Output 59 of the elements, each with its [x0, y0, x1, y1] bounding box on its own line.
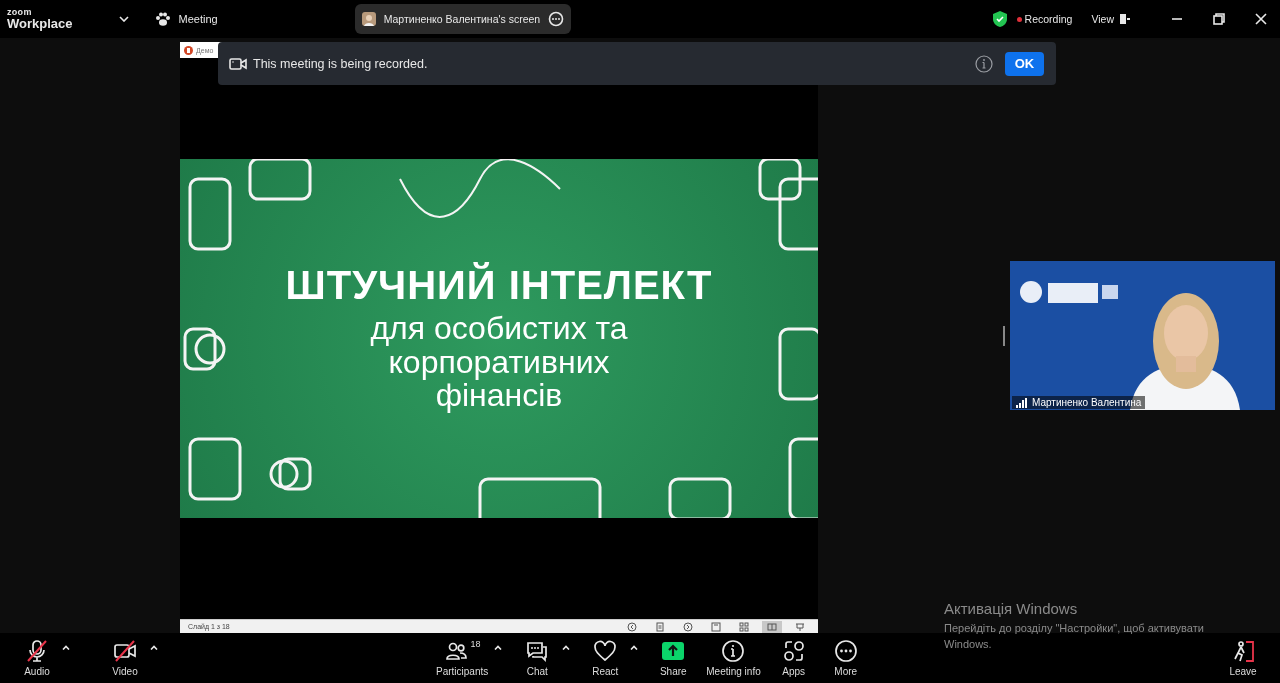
normal-view-icon: [711, 621, 721, 632]
grid-icon: [739, 621, 749, 632]
notice-text: This meeting is being recorded.: [253, 56, 428, 71]
caret-up-icon[interactable]: [150, 645, 158, 650]
restore-icon[interactable]: [1213, 13, 1225, 25]
participants-button[interactable]: 18 Participants: [430, 637, 495, 679]
caret-up-icon[interactable]: [630, 645, 639, 650]
close-icon[interactable]: [1255, 13, 1267, 25]
brand-label: zoom: [7, 8, 33, 17]
activation-title: Активація Windows: [944, 600, 1079, 617]
ok-button[interactable]: OK: [1005, 51, 1044, 76]
avatar-icon: [361, 12, 376, 26]
more-button[interactable]: More: [820, 637, 871, 679]
chat-icon: [525, 639, 550, 663]
previous-icon: [627, 621, 637, 632]
apps-button[interactable]: Apps: [768, 637, 819, 679]
caret-up-icon[interactable]: [562, 645, 571, 650]
info-icon: [721, 639, 746, 663]
info-icon[interactable]: [975, 54, 993, 73]
projector-icon: [795, 621, 805, 632]
share-button[interactable]: Share: [648, 637, 699, 679]
caret-up-icon[interactable]: [494, 645, 503, 650]
video-button[interactable]: Video: [100, 637, 150, 679]
slide-subtitle: фінансів: [435, 379, 563, 413]
chat-button[interactable]: Chat: [512, 637, 563, 679]
activation-message: Перейдіть до розділу "Настройки", щоб активувати Windows.: [944, 621, 1205, 652]
apps-icon: [781, 639, 806, 663]
meeting-label[interactable]: Meeting: [178, 13, 218, 25]
presenter-name: Мартиненко Валентина's screen: [383, 13, 541, 25]
more-icon: [833, 639, 858, 663]
participant-count: 18: [470, 639, 481, 649]
recording-indicator[interactable]: Recording: [1016, 13, 1073, 25]
notes-icon: [655, 621, 665, 632]
audio-button[interactable]: Audio: [12, 637, 62, 679]
slide-title: ШТУЧНИЙ ІНТЕЛЕКТ: [285, 264, 713, 307]
slide-subtitle: для особистих та: [370, 312, 628, 346]
screen-share-pill[interactable]: Мартиненко Валентина's screen: [354, 4, 572, 34]
more-options-icon[interactable]: [548, 11, 565, 27]
reading-view-button[interactable]: [762, 620, 782, 633]
shield-check-icon: [992, 11, 1007, 27]
exit-door-icon: [1231, 639, 1255, 663]
paw-icon[interactable]: [154, 12, 171, 26]
meeting-info-button[interactable]: Meeting info: [700, 637, 767, 679]
view-button[interactable]: View: [1091, 13, 1130, 25]
signal-icon: [1016, 397, 1028, 408]
next-icon: [683, 621, 693, 632]
heart-icon: [593, 639, 618, 663]
caret-up-icon[interactable]: [62, 645, 70, 650]
app-logo-icon: [184, 45, 193, 55]
video-camera-icon: [229, 57, 247, 70]
resize-handle[interactable]: [1003, 325, 1005, 346]
participant-name: Мартиненко Валентина: [1032, 397, 1142, 408]
react-button[interactable]: React: [580, 637, 631, 679]
leave-button[interactable]: Leave: [1218, 637, 1268, 679]
reading-view-icon: [767, 621, 777, 632]
slide-subtitle: корпоративних: [388, 345, 610, 380]
brand-name: Workplace: [7, 17, 73, 30]
chevron-down-icon[interactable]: [118, 16, 129, 22]
layout-icon: [1120, 14, 1130, 24]
